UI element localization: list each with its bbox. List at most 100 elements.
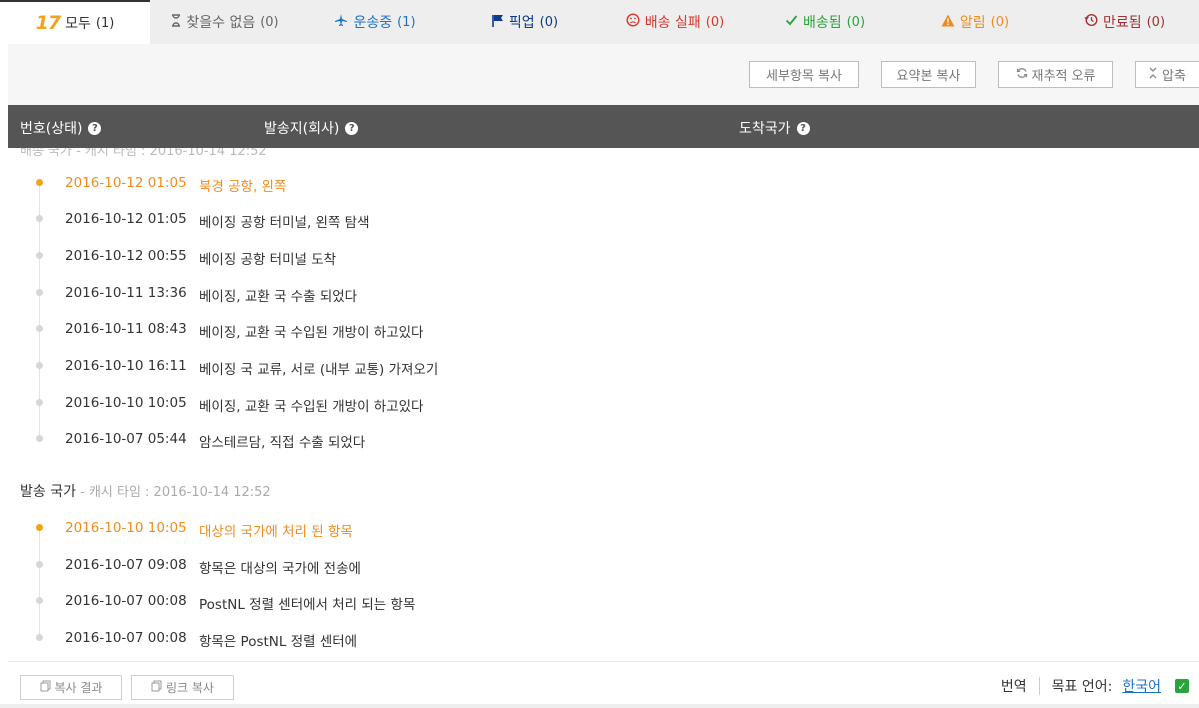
tracking-event: 2016-10-11 13:36 베이징, 교환 국 수출 되었다 [8,285,1199,305]
expired-clock-icon [1084,13,1098,31]
tab-delivered[interactable]: 배송됨 (0) [750,0,900,44]
timeline-dot [36,252,43,259]
event-description: 북경 공항, 왼쪽 [199,179,287,195]
header-label: 발송지(회사) [264,121,340,137]
event-time: 2016-10-07 05:44 [65,431,187,447]
tab-label: 픽업 [508,15,535,31]
tab-count: (0) [260,14,279,30]
tracking-event: 2016-10-12 00:55 베이징 공항 터미널 도착 [8,248,1199,268]
timeline-dot [36,634,43,641]
header-label: 번호(상태) [20,121,83,137]
status-tab-bar: 17 모두 (1) 찾을수 없음 (0) 운송중 (1) 픽업 (0) 배송 실… [0,0,1199,44]
target-language-label: 목표 언어: [1051,679,1113,695]
tab-label: 운송중 [353,15,393,31]
copy-result-label: 복사 결과 [54,681,103,695]
event-description: PostNL 정렬 센터에서 처리 되는 항목 [199,597,416,613]
timeline-dot [36,524,43,531]
event-description: 암스테르담, 직접 수출 되었다 [199,435,366,451]
tab-count: (0) [705,14,725,30]
divider [1038,677,1040,695]
tracking-event: 2016-10-10 16:11 베이징 국 교류, 서로 (내부 교통) 가져… [8,358,1199,378]
event-time: 2016-10-11 13:36 [65,285,187,301]
tab-label: 배송됨 [802,15,842,31]
event-description: 베이징, 교환 국 수입된 개방이 하고있다 [199,399,424,415]
help-icon[interactable]: ? [345,121,359,135]
tab-all[interactable]: 17 모두 (1) [0,0,150,44]
copy-icon [40,680,51,695]
tracking-event: 2016-10-10 10:05 베이징, 교환 국 수입된 개방이 하고있다 [8,395,1199,415]
frown-icon [626,13,640,31]
compress-label: 압축 [1162,69,1186,84]
tab-label: 만료됨 [1102,15,1142,31]
section-title-text: 발송 국가 [20,484,76,500]
event-description: 항목은 PostNL 정렬 센터에 [199,634,358,650]
event-time: 2016-10-10 16:11 [65,358,187,374]
help-icon[interactable]: ? [88,121,102,135]
tab-count: (0) [539,14,559,30]
tracking-event: 2016-10-12 01:05 북경 공항, 왼쪽 [8,175,1199,195]
tracking-event: 2016-10-11 08:43 베이징, 교환 국 수입된 개방이 하고있다 [8,321,1199,341]
copy-summary-button[interactable]: 요약본 복사 [881,61,976,88]
retrack-error-button[interactable]: 재추적 오류 [998,61,1113,88]
timeline-dot [36,289,43,296]
event-time: 2016-10-10 10:05 [65,520,187,536]
event-description: 대상의 국가에 처리 된 항목 [199,524,353,540]
header-number-status: 번호(상태) ? [20,118,102,138]
partially-hidden-section-title: 배송 국가 - 캐시 타임 : 2016-10-14 12:52 [20,148,267,159]
tab-label: 찾을수 없음 [186,15,256,31]
tab-pickup[interactable]: 픽업 (0) [450,0,600,44]
copy-result-button[interactable]: 복사 결과 [20,675,122,700]
event-time: 2016-10-07 00:08 [65,630,187,646]
target-language-link[interactable]: 한국어 [1122,676,1161,696]
tab-count: (0) [846,14,866,30]
event-description: 베이징, 교환 국 수입된 개방이 하고있다 [199,325,424,341]
tab-not-found[interactable]: 찾을수 없음 (0) [150,0,300,44]
translate-checkbox[interactable]: ✓ [1175,679,1189,693]
event-time: 2016-10-07 00:08 [65,593,187,609]
tab-expired[interactable]: 만료됨 (0) [1050,0,1199,44]
help-icon[interactable]: ? [796,121,810,135]
translate-button[interactable]: 번역 [1001,676,1027,696]
event-description: 항목은 대상의 국가에 전송에 [199,561,361,577]
tab-label: 알림 [959,15,986,31]
copy-details-label: 세부항목 복사 [766,69,842,84]
event-time: 2016-10-12 00:55 [65,248,187,264]
result-footer: 복사 결과 링크 복사 번역 목표 언어: 한국어 ✓ [8,661,1199,708]
copy-link-label: 링크 복사 [166,681,214,695]
copy-summary-label: 요약본 복사 [896,69,961,84]
tab-in-transit[interactable]: 운송중 (1) [300,0,450,44]
compress-button[interactable]: 압축 [1135,61,1199,88]
tracking-event: 2016-10-07 00:08 항목은 PostNL 정렬 센터에 [8,630,1199,650]
timeline-dot [36,215,43,222]
airplane-icon [334,13,348,31]
event-time: 2016-10-11 08:43 [65,321,187,337]
tab-count: (0) [1146,14,1166,30]
tab-delivery-failed[interactable]: 배송 실패 (0) [600,0,750,44]
tab-count: (0) [990,14,1010,30]
header-label: 도착국가 [739,121,791,137]
flag-icon [492,14,504,31]
timeline-dot [36,325,43,332]
copy-link-button[interactable]: 링크 복사 [131,675,234,700]
event-description: 베이징 공항 터미널, 왼쪽 탐색 [199,215,370,231]
timeline-dot [36,362,43,369]
event-description: 베이징, 교환 국 수출 되었다 [199,289,358,305]
timeline-dot [36,435,43,442]
tab-count: (1) [95,15,115,31]
copy-details-button[interactable]: 세부항목 복사 [749,61,859,88]
tracking-event: 2016-10-07 00:08 PostNL 정렬 센터에서 처리 되는 항목 [8,593,1199,613]
tracking-event: 2016-10-07 05:44 암스테르담, 직접 수출 되었다 [8,431,1199,451]
tracking-event: 2016-10-07 09:08 항목은 대상의 국가에 전송에 [8,557,1199,577]
event-time: 2016-10-10 10:05 [65,395,187,411]
tab-alert[interactable]: 알림 (0) [900,0,1050,44]
translation-controls: 번역 목표 언어: 한국어 ✓ [1001,676,1189,696]
tab-label: 배송 실패 [644,15,701,31]
timeline-line [39,527,40,638]
table-header: 번호(상태) ? 발송지(회사) ? 도착국가 ? [8,105,1199,148]
bottom-edge [0,704,1199,708]
event-time: 2016-10-12 01:05 [65,211,187,227]
timeline-dot [36,179,43,186]
collapse-icon [1148,67,1158,83]
cache-time: - 캐시 타임 : 2016-10-14 12:52 [75,485,271,500]
tracking-event: 2016-10-10 10:05 대상의 국가에 처리 된 항목 [8,520,1199,540]
